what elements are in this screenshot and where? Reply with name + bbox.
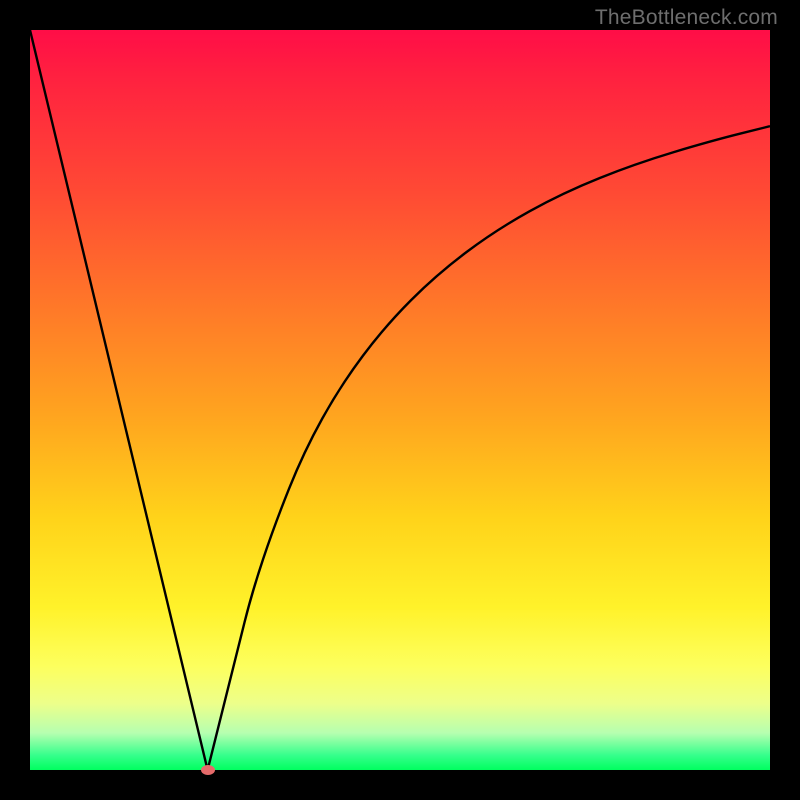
plot-area [30,30,770,770]
bottleneck-curve [30,30,770,770]
watermark-text: TheBottleneck.com [595,6,778,30]
curve-svg [30,30,770,770]
chart-frame: TheBottleneck.com [0,0,800,800]
min-marker [201,765,215,775]
